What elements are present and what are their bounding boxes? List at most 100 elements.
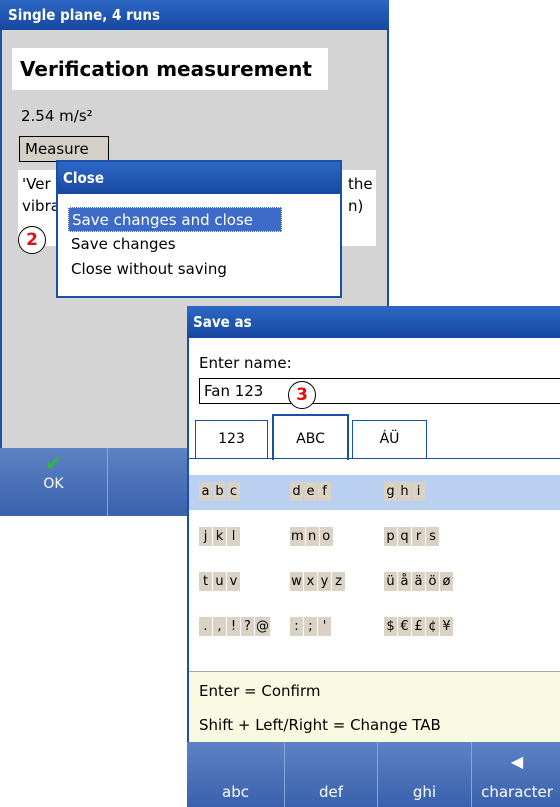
key-char: ä xyxy=(412,572,425,591)
key-char: y xyxy=(318,572,331,591)
key-char: $ xyxy=(384,617,397,636)
key-char: p xyxy=(384,527,397,546)
key-char: w xyxy=(290,572,303,591)
key-group[interactable]: mno xyxy=(290,527,333,548)
description-line: 'Ver xyxy=(22,175,51,193)
keyboard-tabs: 123 ABC ÁÜ xyxy=(189,414,560,460)
key-group[interactable]: abc xyxy=(199,482,240,503)
key-char: å xyxy=(398,572,411,591)
key-group[interactable]: $ € £ ¢ ¥ xyxy=(384,617,453,638)
hint-change-tab: Shift + Left/Right = Change TAB xyxy=(199,716,441,734)
description-line: n) xyxy=(348,197,364,215)
softkey-character[interactable]: ◀ character xyxy=(472,742,560,807)
key-char: € xyxy=(398,617,411,636)
key-group[interactable]: üåäöø xyxy=(384,572,453,593)
key-char: , xyxy=(213,617,226,636)
description-right: the n) xyxy=(348,173,373,217)
key-char: z xyxy=(332,572,345,591)
softkey-abc[interactable]: abc xyxy=(187,742,285,807)
key-char: ? xyxy=(241,617,254,636)
key-char: o xyxy=(319,527,333,546)
key-char: : xyxy=(290,617,303,636)
softkey-label: def xyxy=(318,783,344,801)
menu-item-close-without-saving[interactable]: Close without saving xyxy=(68,257,334,282)
key-char: g xyxy=(384,482,397,501)
key-group[interactable]: ghi xyxy=(384,482,425,503)
key-group[interactable]: tuv xyxy=(199,572,240,593)
checkmark-icon: ✔ xyxy=(45,451,62,475)
softkey-label: abc xyxy=(222,783,249,801)
key-char: ø xyxy=(440,572,453,591)
key-group[interactable]: .,!? @ xyxy=(199,617,270,638)
key-char: f xyxy=(318,482,331,501)
tab-abc[interactable]: ABC xyxy=(272,414,349,460)
key-group[interactable]: pqrs xyxy=(384,527,439,548)
key-char: n xyxy=(305,527,319,546)
measure-button[interactable]: Measure xyxy=(19,136,109,162)
description-line: vibra xyxy=(22,197,60,215)
name-input[interactable]: Fan 123 xyxy=(199,378,560,404)
description-left: 'Ver vibra xyxy=(22,173,60,217)
menu-item-save-changes[interactable]: Save changes xyxy=(68,232,334,257)
key-group[interactable]: def xyxy=(290,482,331,503)
key-char: u xyxy=(213,572,226,591)
key-char: ¥ xyxy=(440,617,453,636)
hint-confirm: Enter = Confirm xyxy=(199,682,321,700)
step-badge-2: 2 xyxy=(18,226,46,254)
measurement-value: 2.54 m/s² xyxy=(21,107,93,125)
tab-special-chars[interactable]: ÁÜ xyxy=(352,420,427,458)
tab-divider xyxy=(189,458,560,459)
key-char: ¢ xyxy=(426,617,439,636)
key-char: b xyxy=(213,482,226,501)
softkey-ghi[interactable]: ghi xyxy=(378,742,472,807)
key-char: . xyxy=(199,617,212,636)
close-menu-title: Close xyxy=(58,162,340,194)
keyboard-grid: abc def ghi jkl mno pqrs tuv wxyz üåäöø … xyxy=(189,475,560,655)
close-menu: Save changes and close Save changes Clos… xyxy=(68,207,334,282)
close-menu-popup: Close Save changes and close Save change… xyxy=(56,160,342,298)
key-char: v xyxy=(227,572,240,591)
save-as-title: Save as xyxy=(187,306,560,338)
key-group[interactable]: wxyz xyxy=(290,572,345,593)
hint-area: Enter = Confirm Shift + Left/Right = Cha… xyxy=(189,671,560,743)
softkey-label: ghi xyxy=(412,783,437,801)
tab-123[interactable]: 123 xyxy=(195,420,268,458)
key-char: m xyxy=(290,527,305,546)
softkey-bar: abc def ghi ◀ character xyxy=(187,742,560,807)
ok-label: OK xyxy=(43,476,64,492)
key-char: x xyxy=(304,572,317,591)
softkey-label: character xyxy=(481,783,553,801)
key-char: k xyxy=(213,527,226,546)
key-char: ! xyxy=(227,617,240,636)
key-char: c xyxy=(227,482,240,501)
save-as-window: Save as Enter name: Fan 123 123 ABC ÁÜ a… xyxy=(187,306,560,807)
step-badge-3: 3 xyxy=(288,381,316,409)
key-char: t xyxy=(199,572,212,591)
enter-name-label: Enter name: xyxy=(199,354,292,372)
ok-softkey[interactable]: ✔ OK xyxy=(0,448,108,516)
key-char: ö xyxy=(426,572,439,591)
key-char: q xyxy=(398,527,411,546)
key-char: s xyxy=(426,527,439,546)
keyboard-row: .,!? @ :; ' $ € £ ¢ ¥ xyxy=(189,610,560,645)
keyboard-row: abc def ghi xyxy=(189,475,560,510)
key-char: £ xyxy=(412,617,425,636)
key-char: d xyxy=(290,482,303,501)
key-char: l xyxy=(227,527,240,546)
keyboard-row: tuv wxyz üåäöø xyxy=(189,565,560,600)
key-char: @ xyxy=(255,617,270,636)
key-group[interactable]: jkl xyxy=(199,527,240,548)
page-heading: Verification measurement xyxy=(12,48,328,90)
key-char: h xyxy=(398,482,411,501)
arrow-left-icon: ◀ xyxy=(510,752,524,771)
key-char: ü xyxy=(384,572,397,591)
key-group[interactable]: :; ' xyxy=(290,617,331,638)
key-char: e xyxy=(304,482,317,501)
menu-item-save-and-close[interactable]: Save changes and close xyxy=(68,207,282,232)
key-char: ' xyxy=(318,617,331,636)
key-char: j xyxy=(199,527,212,546)
key-char: i xyxy=(412,482,425,501)
key-char: a xyxy=(199,482,212,501)
description-line: the xyxy=(348,175,373,193)
softkey-def[interactable]: def xyxy=(285,742,378,807)
